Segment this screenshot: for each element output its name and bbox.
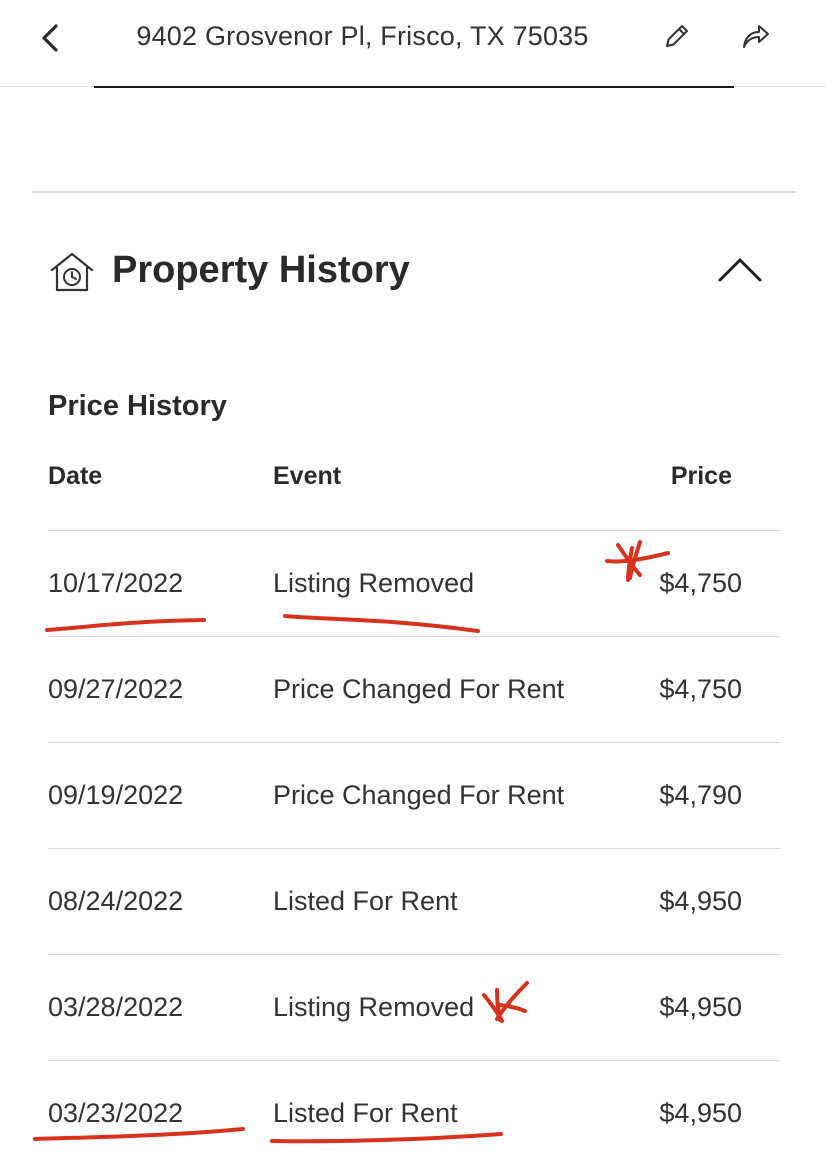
- section-divider: [32, 191, 796, 193]
- row-event: Listed For Rent: [273, 1098, 458, 1128]
- row-price: $4,950: [659, 992, 742, 1022]
- table-row: 08/24/2022 Listed For Rent $4,950: [48, 848, 780, 954]
- active-tab-underline: [94, 86, 734, 88]
- row-event: Listing Removed: [273, 992, 475, 1022]
- table-row: 09/27/2022 Price Changed For Rent $4,750: [48, 636, 780, 742]
- table-row: 03/28/2022 Listing Removed $4,950: [48, 954, 780, 1060]
- back-button[interactable]: [30, 18, 70, 58]
- row-date: 09/27/2022: [48, 674, 184, 704]
- row-event: Listed For Rent: [273, 886, 458, 916]
- table-row: 10/17/2022 Listing Removed $4,750: [48, 530, 780, 636]
- row-price: $4,750: [659, 674, 742, 704]
- row-date: 08/24/2022: [48, 886, 184, 916]
- row-price: $4,950: [659, 886, 742, 916]
- house-clock-icon: [50, 252, 94, 292]
- row-event: Listing Removed: [273, 568, 475, 598]
- share-button[interactable]: [733, 14, 777, 58]
- column-header-event: Event: [273, 462, 342, 490]
- row-date: 03/28/2022: [48, 992, 184, 1022]
- page-title-address: 9402 Grosvenor Pl, Frisco, TX 75035: [136, 21, 589, 51]
- share-arrow-icon: [743, 25, 769, 48]
- table-row: 03/23/2022 Listed For Rent $4,950: [48, 1060, 780, 1166]
- chevron-left-icon: [42, 24, 58, 52]
- column-header-date: Date: [48, 462, 103, 490]
- row-date: 03/23/2022: [48, 1098, 184, 1128]
- subsection-title: Price History: [48, 390, 227, 422]
- row-date: 10/17/2022: [48, 568, 184, 598]
- row-event: Price Changed For Rent: [273, 780, 565, 810]
- row-date: 09/19/2022: [48, 780, 184, 810]
- table-row: 09/19/2022 Price Changed For Rent $4,790: [48, 742, 780, 848]
- property-history-toggle[interactable]: Property History: [48, 240, 778, 304]
- edit-button[interactable]: [655, 14, 699, 58]
- row-event: Price Changed For Rent: [273, 674, 565, 704]
- section-title: Property History: [112, 249, 410, 291]
- row-price: $4,790: [659, 780, 742, 810]
- chevron-up-icon[interactable]: [716, 250, 764, 290]
- top-bar: 9402 Grosvenor Pl, Frisco, TX 75035: [0, 0, 826, 87]
- table-body: 10/17/2022 Listing Removed $4,750 09/27/…: [48, 530, 780, 1166]
- row-price: $4,750: [659, 568, 742, 598]
- column-header-price: Price: [670, 462, 732, 490]
- row-price: $4,950: [659, 1098, 742, 1128]
- pencil-icon: [666, 25, 688, 47]
